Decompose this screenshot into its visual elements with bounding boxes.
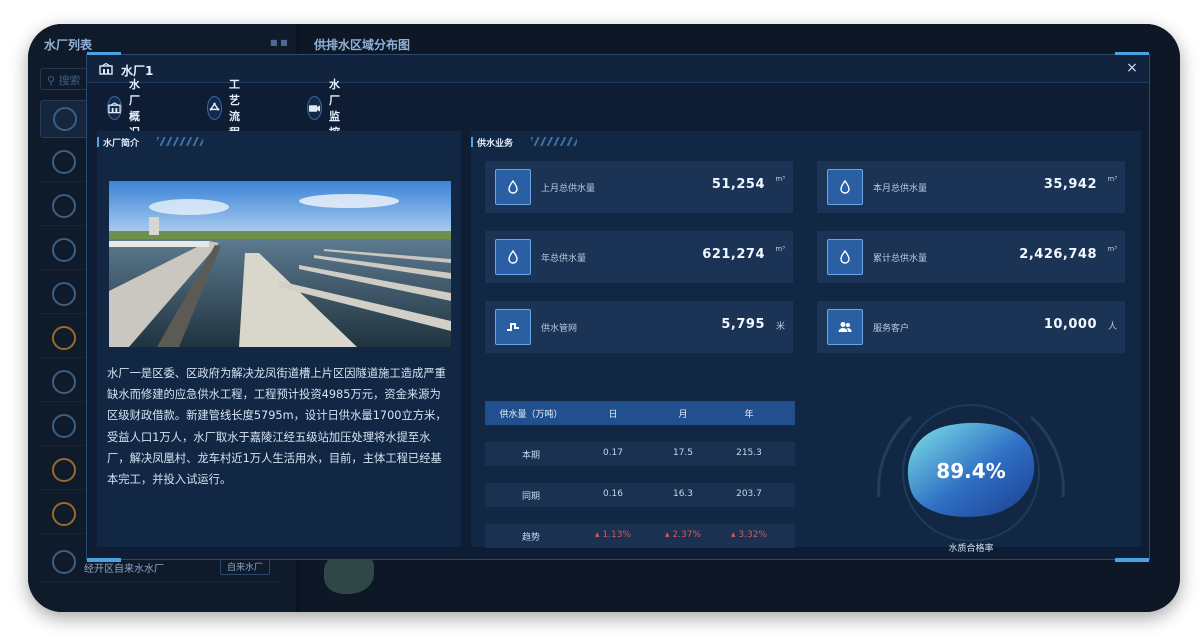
stat-last-month-supply: 上月总供水量 51,254 m³: [485, 161, 793, 213]
map-region[interactable]: [324, 554, 374, 594]
trend-value: 1.13%: [602, 530, 631, 540]
corner-accent: [1115, 558, 1149, 562]
stat-unit: 米: [775, 322, 785, 332]
stat-label: 服务客户: [873, 324, 910, 334]
plant-list-item-label: 经开区自来水水厂: [84, 564, 164, 575]
table-cell: 16.3: [672, 489, 694, 499]
table-cell: 215.3: [736, 448, 762, 458]
water-drop-icon: [827, 169, 863, 205]
stat-value: 5,795: [721, 317, 765, 332]
stat-value: 35,942: [1043, 177, 1097, 192]
section-accent-bar: [97, 137, 99, 147]
stat-pipe-network: 供水管网 5,795 米: [485, 301, 793, 353]
plant-icon: [52, 414, 76, 438]
stat-label: 上月总供水量: [541, 184, 596, 194]
plant-icon: [53, 107, 77, 131]
users-icon: [827, 309, 863, 345]
decorative-stripes: [157, 137, 203, 146]
stat-unit: m³: [775, 245, 785, 253]
table-cell: 17.5: [672, 448, 694, 458]
plant-icon: [52, 194, 76, 218]
app-frame: 水厂列表 ■ ■ ⚲ 搜索 经开区自来水水厂 自来水厂 供排水区域分布图 水厂1…: [28, 24, 1180, 612]
plant-icon: [52, 550, 76, 574]
stat-this-month-supply: 本月总供水量 35,942 m³: [817, 161, 1125, 213]
water-drop-icon: [495, 239, 531, 275]
plant-photo: [109, 181, 451, 347]
decorative-stripes: [531, 137, 577, 146]
tab-plant-monitor[interactable]: 水厂监控: [307, 78, 349, 139]
plant-icon: [52, 502, 76, 526]
table-row: 趋势 ▴ 1.13% ▴ 2.37% ▴ 3.32%: [485, 524, 795, 548]
plant-detail-modal: 水厂1 × 水厂概况 工艺流程 水厂监控: [86, 52, 1150, 562]
building-icon: [107, 96, 122, 120]
gauge-arc: [1030, 415, 1065, 498]
water-drop-icon: [495, 169, 531, 205]
stat-value: 2,426,748: [1019, 247, 1097, 262]
table-cell: 0.17: [602, 448, 624, 458]
trend-up-cell: ▴ 3.32%: [717, 530, 781, 540]
close-button[interactable]: ×: [1123, 59, 1141, 77]
trend-value: 3.32%: [738, 530, 767, 540]
trend-up-cell: ▴ 1.13%: [577, 530, 649, 540]
trend-up-cell: ▴ 2.37%: [649, 530, 717, 540]
trend-value: 2.37%: [672, 530, 701, 540]
table-row: 同期 0.16 16.3 203.7: [485, 483, 795, 507]
panel-menu-icon[interactable]: ■ ■: [270, 38, 288, 47]
section-header: 供水业务: [471, 131, 1141, 153]
gauge-arc: [877, 415, 912, 498]
table-cell: 本期: [521, 451, 540, 461]
tab-plant-overview[interactable]: 水厂概况: [107, 78, 149, 139]
plant-intro-text: 水厂一是区委、区政府为解决龙凤街道槽上片区因隧道施工造成严重缺水而修建的应急供水…: [107, 367, 447, 487]
table-cell: 趋势: [521, 533, 540, 543]
stat-total-supply: 累计总供水量 2,426,748 m³: [817, 231, 1125, 283]
stat-label: 供水管网: [541, 324, 578, 334]
plant-icon: [52, 370, 76, 394]
section-title: 供水业务: [477, 139, 514, 149]
search-icon: ⚲ 搜索: [47, 74, 81, 87]
stat-unit: 人: [1107, 322, 1117, 332]
stat-annual-supply: 年总供水量 621,274 m³: [485, 231, 793, 283]
water-quality-label: 水质合格率: [948, 544, 994, 554]
stat-label: 累计总供水量: [873, 254, 928, 264]
table-header-cell: 月: [678, 410, 688, 420]
section-title: 水厂简介: [103, 139, 140, 149]
camera-icon: [307, 96, 322, 120]
plant-icon: [52, 238, 76, 262]
plant-list-title: 水厂列表: [44, 38, 93, 52]
stat-customers: 服务客户 10,000 人: [817, 301, 1125, 353]
stat-unit: m³: [775, 175, 785, 183]
stat-label: 本月总供水量: [873, 184, 928, 194]
tab-process-flow[interactable]: 工艺流程: [207, 78, 249, 139]
section-header: 水厂简介: [97, 131, 461, 153]
table-header-row: 供水量（万吨） 日 月 年: [485, 401, 795, 425]
pipe-icon: [495, 309, 531, 345]
water-quality-value: 89.4%: [936, 459, 1006, 483]
table-cell: 0.16: [602, 489, 624, 499]
plant-icon: [52, 282, 76, 306]
stat-unit: m³: [1107, 175, 1117, 183]
water-quality-gauge: 89.4% 水质合格率: [871, 401, 1079, 561]
corner-accent: [87, 558, 121, 562]
plant-icon: [52, 458, 76, 482]
map-panel-title: 供排水区域分布图: [314, 38, 411, 52]
stat-value: 10,000: [1043, 317, 1097, 332]
table-header-cell: 年: [744, 410, 754, 420]
stat-unit: m³: [1107, 245, 1117, 253]
plant-type-tag: 自来水厂: [220, 558, 271, 575]
section-accent-bar: [471, 137, 473, 147]
plant-icon: [52, 150, 76, 174]
table-header-cell: 供水量（万吨）: [499, 410, 563, 420]
recycle-icon: [207, 96, 222, 120]
table-cell: 同期: [521, 492, 540, 502]
stat-value: 51,254: [711, 177, 765, 192]
stat-value: 621,274: [702, 247, 765, 262]
water-drop-icon: [827, 239, 863, 275]
table-header-cell: 日: [608, 410, 618, 420]
plant-icon: [52, 326, 76, 350]
table-row: 本期 0.17 17.5 215.3: [485, 442, 795, 466]
table-cell: 203.7: [736, 489, 762, 499]
building-icon: [99, 63, 113, 75]
stat-label: 年总供水量: [541, 254, 587, 264]
